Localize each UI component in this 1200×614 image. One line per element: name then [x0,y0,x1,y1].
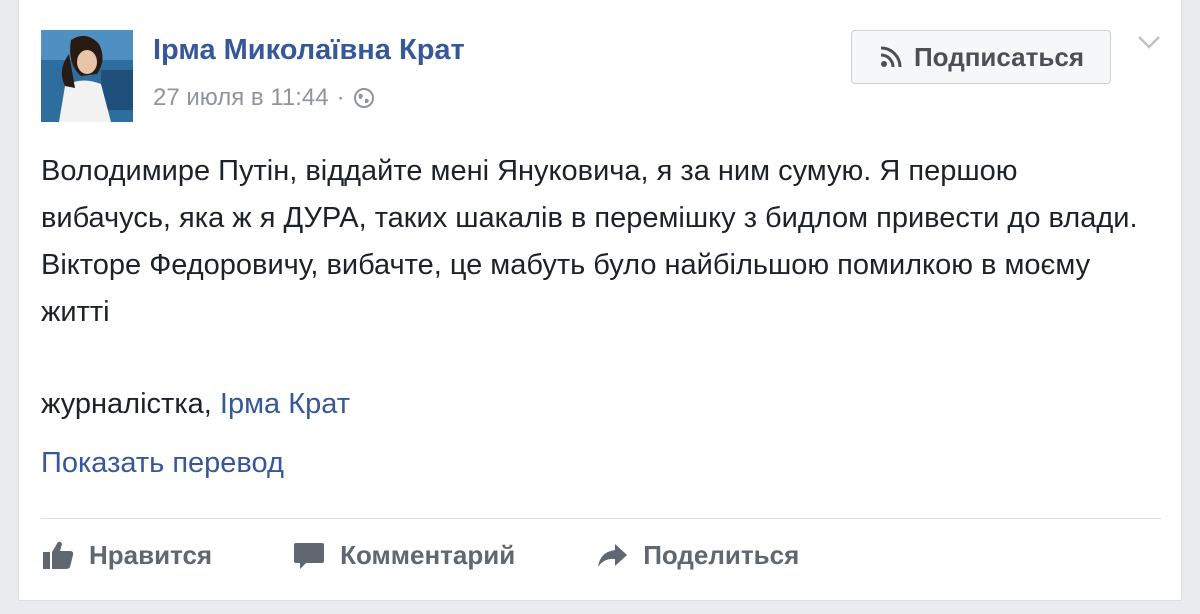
signature-prefix: журналістка, [41,388,220,420]
subscribe-label: Подписаться [913,41,1084,72]
comment-icon [294,543,325,569]
thumbs-up-icon [43,541,74,569]
show-translation-link[interactable]: Показать перевод [41,447,284,480]
meta-separator: · [336,84,345,111]
comment-button[interactable]: Комментарий [292,538,515,572]
subscribe-button[interactable]: Подписаться [851,30,1111,84]
like-label: Нравится [89,539,213,570]
chevron-down-icon[interactable] [1137,34,1161,50]
post-paragraph: Вікторе Федоровичу, вибачте, це мабуть б… [41,249,1091,328]
avatar-image [41,30,133,122]
like-button[interactable]: Нравится [41,538,212,572]
share-icon [598,544,628,567]
rss-icon [880,46,902,68]
globe-icon[interactable] [353,87,375,109]
post-body: Володимире Путін, віддайте мені Янукович… [41,148,1151,336]
post-signature: журналістка, Ірма Крат [41,388,350,421]
post-actions: Нравится Комментарий Поделиться [41,533,879,577]
avatar[interactable] [41,30,133,122]
author-name[interactable]: Ірма Миколаївна Крат [153,34,465,67]
share-button[interactable]: Поделиться [595,538,799,572]
comment-label: Комментарий [340,539,516,570]
post-timestamp[interactable]: 27 июля в 11:44 [153,84,329,112]
actions-divider [41,518,1161,519]
post-paragraph: Володимире Путін, віддайте мені Янукович… [41,155,1138,234]
post-card: Ірма Миколаївна Крат 27 июля в 11:44 · П… [18,0,1182,601]
post-meta: 27 июля в 11:44 · [153,84,375,112]
signature-author-link[interactable]: Ірма Крат [220,388,350,420]
share-label: Поделиться [643,539,800,570]
